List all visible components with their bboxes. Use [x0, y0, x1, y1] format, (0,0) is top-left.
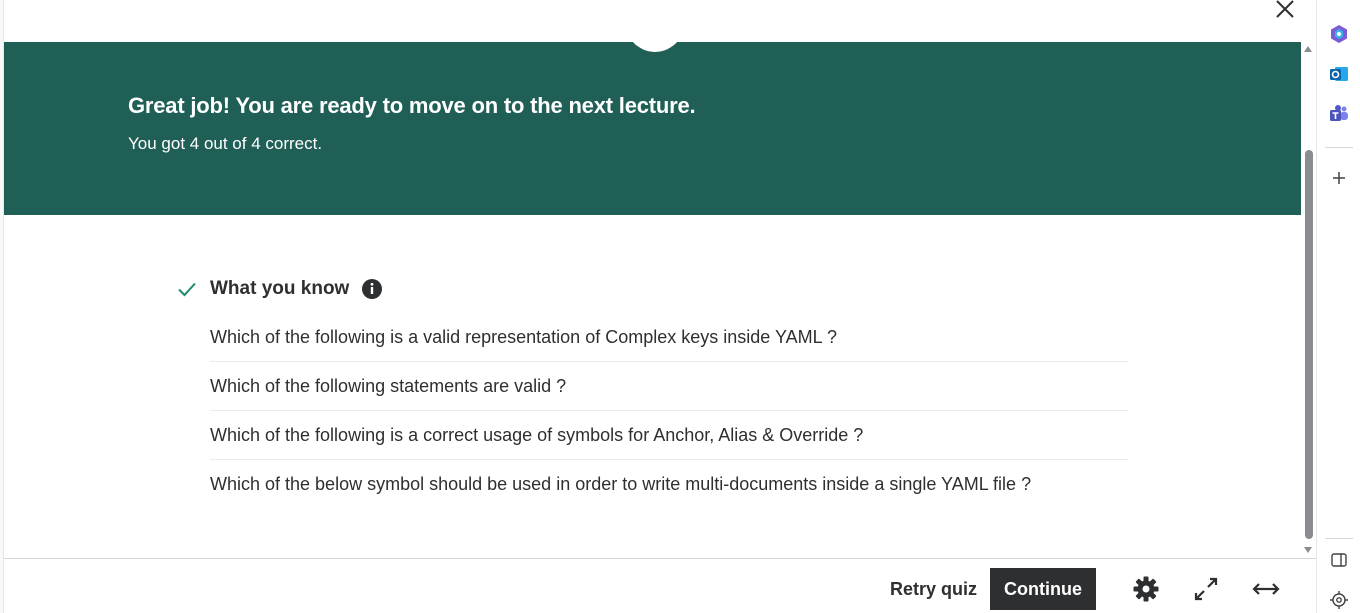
plus-icon	[1333, 172, 1345, 184]
scroll-up-arrow-icon[interactable]	[1303, 44, 1313, 54]
result-banner: Great job! You are ready to move on to t…	[4, 42, 1301, 215]
retry-quiz-button[interactable]: Retry quiz	[880, 568, 987, 610]
what-you-know-title: What you know	[210, 278, 350, 299]
side-panel-toggle[interactable]	[1328, 549, 1350, 571]
side-divider	[1325, 538, 1353, 539]
fullscreen-button[interactable]	[1191, 574, 1221, 604]
banner-badge	[623, 42, 687, 52]
quiz-footer: Retry quiz Continue	[4, 558, 1316, 613]
result-score: You got 4 out of 4 correct.	[128, 134, 323, 153]
scroll-down-arrow-icon[interactable]	[1303, 545, 1313, 555]
wide-view-button[interactable]	[1251, 574, 1281, 604]
question-item: Which of the following statements are va…	[210, 362, 1128, 411]
side-add-button[interactable]	[1328, 167, 1350, 189]
gear-icon	[1133, 576, 1159, 602]
side-app-top[interactable]	[1328, 0, 1350, 16]
check-icon	[178, 282, 196, 297]
teams-icon	[1330, 105, 1348, 121]
horizontal-arrows-icon	[1252, 583, 1280, 595]
question-item: Which of the below symbol should be used…	[210, 474, 1032, 494]
side-teams[interactable]	[1328, 103, 1350, 125]
sidebar-icon	[1331, 553, 1347, 567]
browser-side-panel	[1316, 0, 1360, 613]
expand-icon	[1194, 577, 1218, 601]
side-outlook[interactable]	[1328, 63, 1350, 85]
what-you-know-header: What you know	[176, 276, 383, 302]
side-divider	[1325, 147, 1353, 148]
top-strip	[4, 0, 1302, 42]
app-icon	[1328, 0, 1350, 16]
copilot-icon	[1331, 25, 1347, 43]
gear-icon	[1330, 591, 1348, 609]
question-item: Which of the following is a valid repres…	[210, 313, 1128, 362]
info-icon[interactable]	[361, 278, 383, 300]
close-icon	[1276, 0, 1294, 18]
question-list: Which of the following is a valid repres…	[210, 313, 1128, 509]
settings-button[interactable]	[1131, 574, 1161, 604]
side-settings[interactable]	[1328, 589, 1350, 611]
scrollbar-thumb[interactable]	[1305, 150, 1313, 539]
close-button[interactable]	[1272, 0, 1298, 22]
continue-button[interactable]: Continue	[990, 568, 1096, 610]
result-title: Great job! You are ready to move on to t…	[128, 93, 696, 118]
question-item: Which of the following is a correct usag…	[210, 411, 1128, 460]
outlook-icon	[1330, 67, 1348, 81]
side-copilot[interactable]	[1328, 23, 1350, 45]
